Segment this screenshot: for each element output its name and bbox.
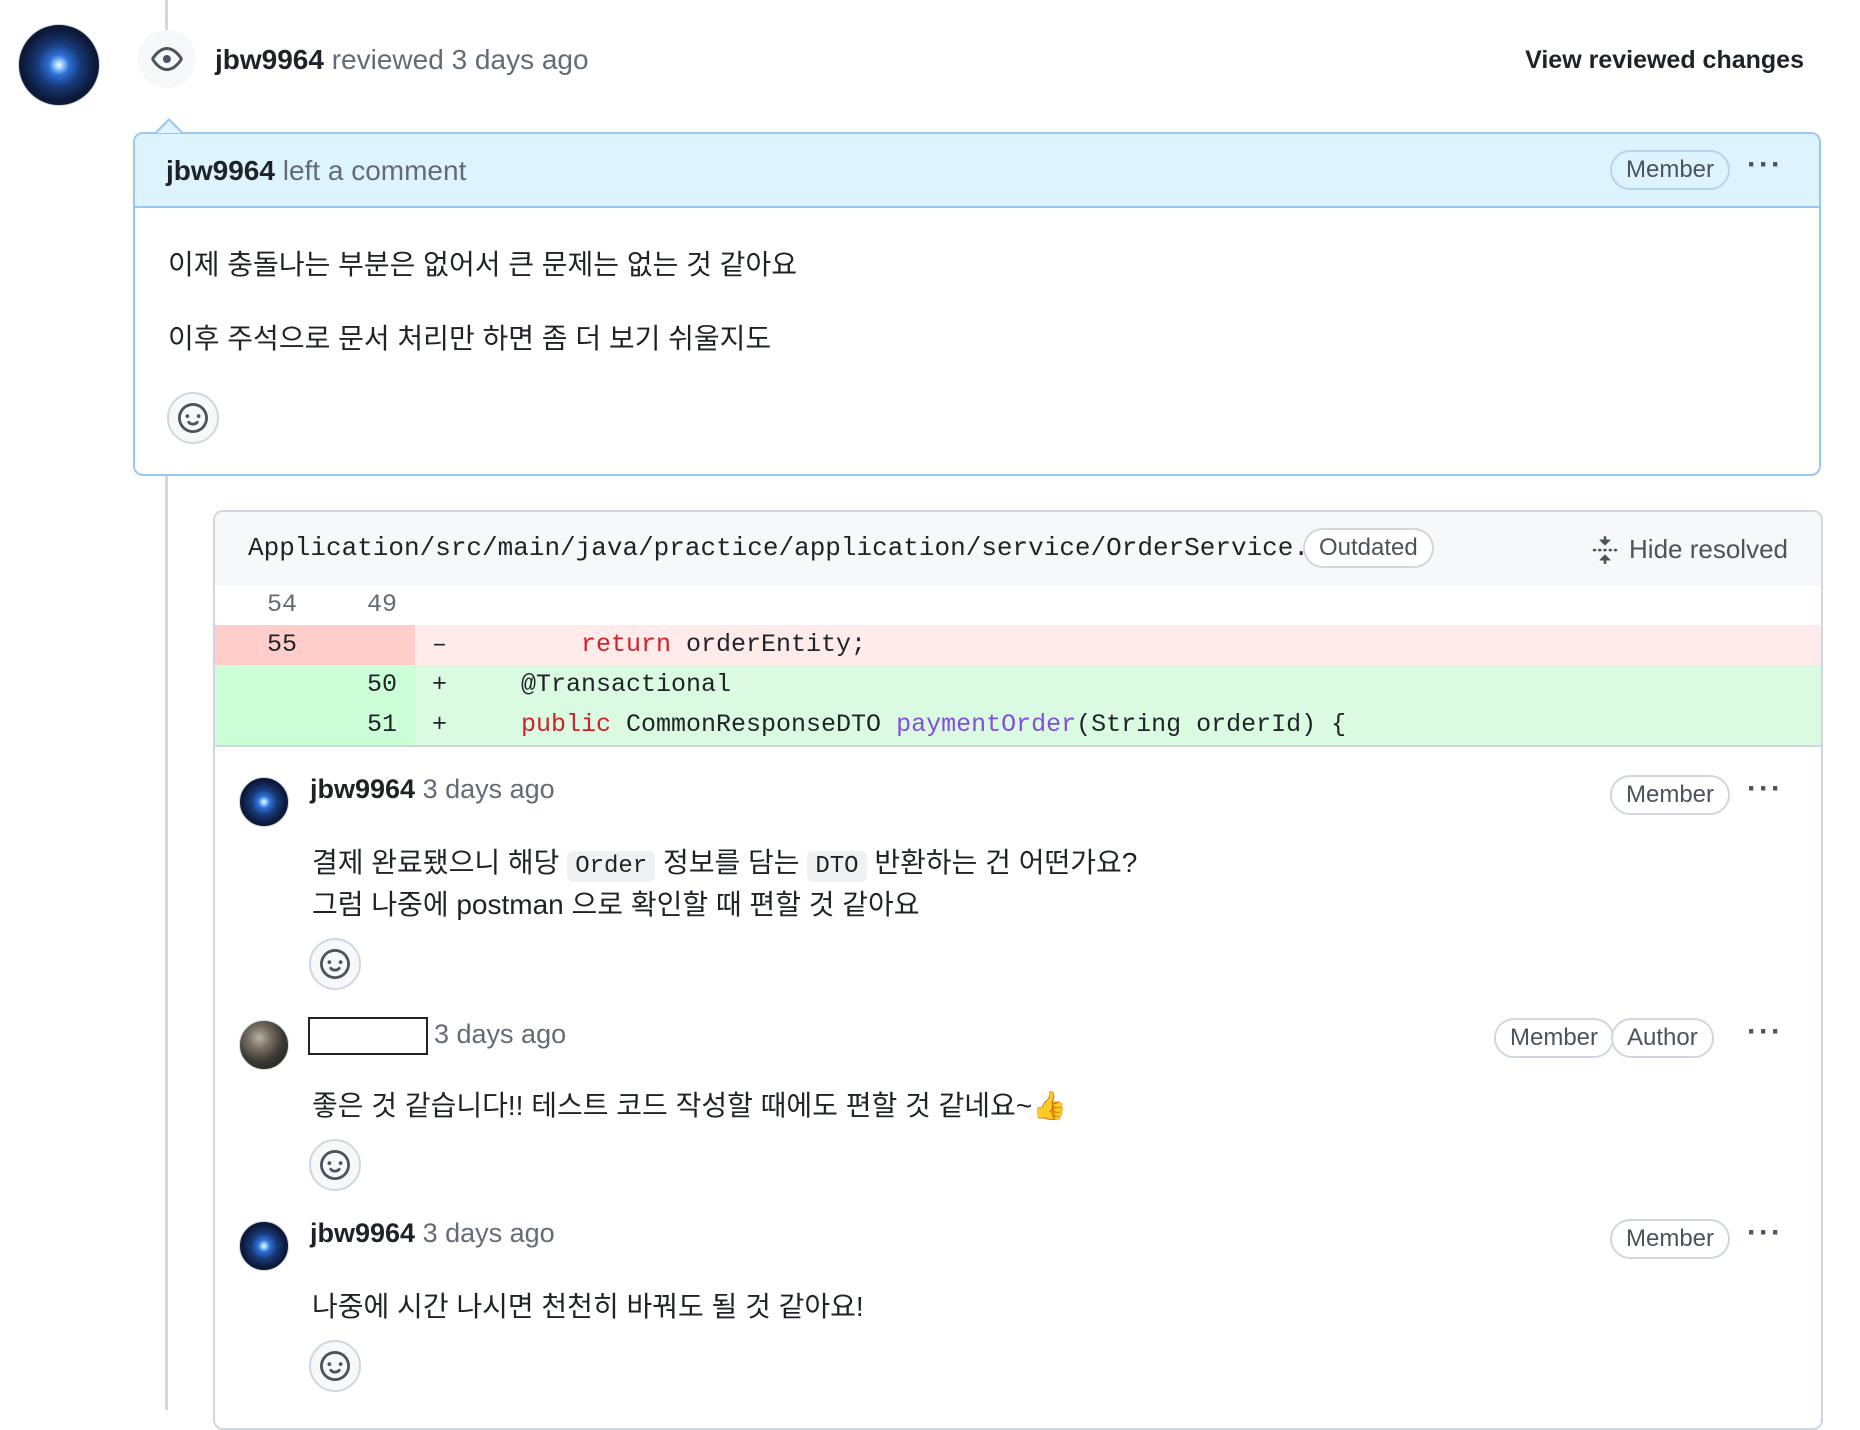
timeline-line-top (165, 0, 168, 30)
comment-author-link[interactable]: jbw9964 (166, 155, 275, 186)
kebab-horizontal-icon[interactable]: ··· (1747, 148, 1783, 182)
member-badge: Member (1610, 150, 1731, 190)
kebab-horizontal-icon[interactable]: ··· (1747, 1216, 1783, 1250)
new-line-number[interactable]: 49 (297, 585, 397, 625)
comment-avatar[interactable] (239, 1221, 289, 1271)
new-line-number[interactable]: 50 (297, 665, 397, 705)
diff-code: @Transactional (521, 670, 732, 699)
diff-code: public CommonResponseDTO paymentOrder(St… (521, 705, 1346, 745)
review-time[interactable]: 3 days ago (452, 44, 589, 75)
comment-time[interactable]: 3 days ago (423, 774, 555, 804)
code-text: (String orderId) { (1076, 710, 1347, 739)
file-path-link[interactable]: Application/src/main/java/practice/appli… (248, 533, 1371, 563)
diff-line-added: 51 + public CommonResponseDTO paymentOrd… (215, 705, 1821, 745)
comment-header: jbw9964 left a comment Member ··· (135, 134, 1819, 208)
kebab-horizontal-icon[interactable]: ··· (1747, 772, 1783, 806)
comment-avatar[interactable] (239, 1020, 289, 1070)
comment-author-link[interactable]: jbw9964 (310, 1218, 415, 1248)
redacted-author-name (308, 1017, 428, 1055)
comment-text: 결제 완료됐으니 해당 (312, 847, 568, 878)
review-summary: jbw9964 reviewed 3 days ago (215, 44, 589, 76)
code-keyword: public (521, 710, 612, 739)
smiley-icon (178, 403, 208, 433)
eye-icon (138, 30, 196, 88)
diff-line-deleted: 55 – return orderEntity; (215, 625, 1821, 665)
review-comment: jbw9964 left a comment Member ··· 이제 충돌나… (133, 132, 1821, 476)
hide-resolved-label: Hide resolved (1629, 534, 1788, 564)
diff-sign: – (432, 630, 448, 659)
smiley-icon (320, 949, 350, 979)
code-function: paymentOrder (896, 710, 1077, 739)
inline-code: DTO (807, 851, 867, 882)
outdated-badge: Outdated (1303, 528, 1434, 568)
add-reaction-button[interactable] (309, 1139, 361, 1191)
kebab-horizontal-icon[interactable]: ··· (1747, 1015, 1783, 1049)
comment-author-link[interactable]: jbw9964 (310, 774, 415, 804)
author-badge: Author (1611, 1018, 1714, 1058)
comment-text: 반환하는 건 어떤가요? (866, 847, 1138, 878)
comment-body-line: 나중에 시간 나시면 천천히 바꿔도 될 것 같아요! (312, 1291, 864, 1322)
diff-code: return orderEntity; (581, 625, 866, 665)
thread-comment-header: 3 days ago (308, 1017, 566, 1055)
add-reaction-button[interactable] (309, 938, 361, 990)
member-badge: Member (1610, 775, 1731, 815)
add-reaction-button[interactable] (167, 392, 219, 444)
diff-line: 54 49 (215, 585, 1821, 625)
smiley-icon (320, 1150, 350, 1180)
comment-avatar[interactable] (239, 777, 289, 827)
diff-line-added: 50 + @Transactional (215, 665, 1821, 705)
code-keyword: return (581, 630, 672, 659)
old-line-number[interactable] (215, 705, 297, 745)
hide-resolved-button[interactable]: Hide resolved (1591, 534, 1788, 565)
comment-body-line: 그럼 나중에 postman 으로 확인할 때 편할 것 같아요 (312, 889, 920, 920)
view-reviewed-changes-link[interactable]: View reviewed changes (1525, 46, 1804, 75)
comment-body-line: 결제 완료됐으니 해당 Order 정보를 담는 DTO 반환하는 건 어떤가요… (312, 841, 1138, 882)
comment-time[interactable]: 3 days ago (423, 1218, 555, 1248)
comment-paragraph: 이후 주석으로 문서 처리만 하면 좀 더 보기 쉬울지도 (168, 323, 772, 354)
thread-file-header: Application/src/main/java/practice/appli… (215, 512, 1821, 586)
old-line-number[interactable]: 55 (215, 625, 297, 665)
comment-paragraph: 이제 충돌나는 부분은 없어서 큰 문제는 없는 것 같아요 (168, 249, 797, 280)
smiley-icon (320, 1351, 350, 1381)
old-line-number[interactable]: 54 (215, 585, 297, 625)
review-thread: Application/src/main/java/practice/appli… (213, 510, 1823, 1430)
member-badge: Member (1610, 1219, 1731, 1259)
diff-separator (215, 745, 1821, 747)
diff-sign: + (432, 670, 448, 699)
new-line-number[interactable] (297, 625, 397, 665)
inline-code: Order (567, 851, 656, 882)
unfold-icon (1592, 535, 1618, 564)
thread-comment-header: jbw9964 3 days ago (310, 774, 555, 805)
comment-action-text: left a comment (274, 155, 467, 186)
add-reaction-button[interactable] (309, 1340, 361, 1392)
code-text: CommonResponseDTO (611, 710, 897, 739)
comment-body-line: 좋은 것 같습니다!! 테스트 코드 작성할 때에도 편할 것 같네요~👍 (312, 1090, 1068, 1121)
comment-pointer-fill (157, 121, 181, 133)
thread-comment-header: jbw9964 3 days ago (310, 1218, 555, 1249)
diff-sign: + (432, 710, 448, 739)
new-line-number[interactable]: 51 (297, 705, 397, 745)
comment-time[interactable]: 3 days ago (434, 1019, 566, 1049)
comment-author-line: jbw9964 left a comment (166, 155, 466, 187)
code-text: orderEntity; (671, 630, 867, 659)
comment-text: 정보를 담는 (655, 847, 808, 878)
review-action-text: reviewed (323, 44, 452, 75)
old-line-number[interactable] (215, 665, 297, 705)
member-badge: Member (1494, 1018, 1615, 1058)
reviewer-avatar[interactable] (18, 24, 100, 106)
review-author-link[interactable]: jbw9964 (215, 44, 324, 75)
